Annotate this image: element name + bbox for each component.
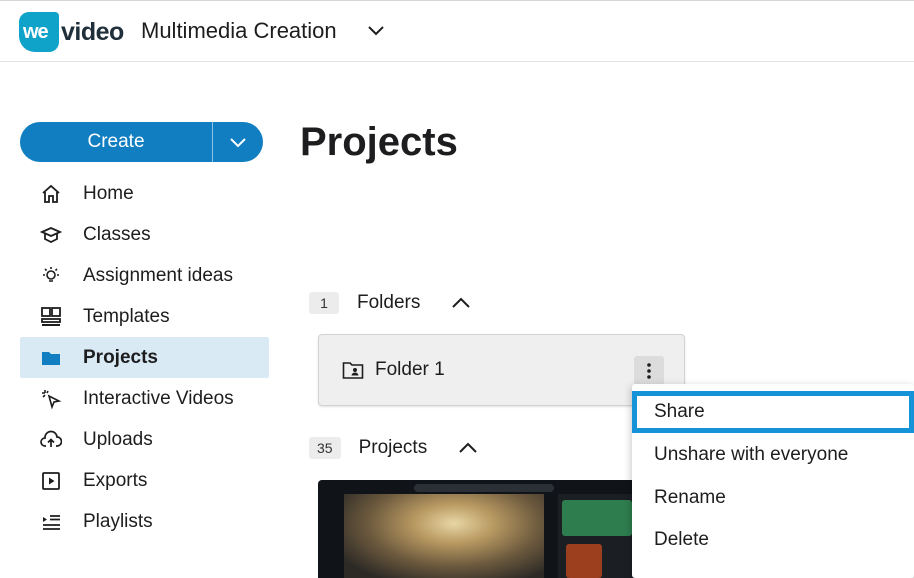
sidebar-item-assignment-ideas[interactable]: Assignment ideas: [20, 255, 269, 296]
folders-section-label: Folders: [357, 292, 421, 313]
create-button-group: Create: [20, 122, 263, 162]
menu-item-delete[interactable]: Delete: [632, 519, 914, 561]
menu-item-label: Unshare with everyone: [654, 444, 849, 465]
classes-icon: [40, 224, 62, 246]
menu-item-unshare[interactable]: Unshare with everyone: [632, 434, 914, 476]
thumbnail-image: [344, 494, 544, 578]
sidebar-item-interactive-videos[interactable]: Interactive Videos: [20, 378, 269, 419]
cursor-click-icon: [40, 388, 62, 410]
wevideo-logo[interactable]: we video: [19, 11, 124, 53]
menu-item-label: Share: [654, 401, 705, 422]
menu-item-label: Rename: [654, 487, 726, 508]
thumbnail-searchbar: [414, 484, 554, 492]
logo-badge: we: [19, 12, 59, 52]
playlist-icon: [40, 511, 62, 533]
sidebar-item-classes[interactable]: Classes: [20, 214, 269, 255]
sidebar-item-label: Projects: [83, 346, 158, 368]
sidebar-item-label: Playlists: [83, 510, 153, 532]
thumbnail-ad-card: [562, 500, 632, 536]
create-dropdown-button[interactable]: [213, 122, 263, 162]
projects-count-badge: 35: [309, 437, 341, 459]
folder-context-menu: Share Unshare with everyone Rename Delet…: [632, 384, 914, 578]
play-box-icon: [40, 470, 62, 492]
folder-card[interactable]: Folder 1: [318, 334, 685, 406]
sidebar-item-exports[interactable]: Exports: [20, 460, 269, 501]
sidebar-item-uploads[interactable]: Uploads: [20, 419, 269, 460]
more-options-button[interactable]: [634, 356, 664, 386]
folder-shared-icon: [342, 362, 364, 379]
workspace-name[interactable]: Multimedia Creation: [141, 18, 337, 44]
top-bar: we video Multimedia Creation: [0, 0, 914, 62]
sidebar-item-label: Assignment ideas: [83, 264, 233, 286]
thumbnail-food-image: [566, 544, 602, 578]
sidebar-item-playlists[interactable]: Playlists: [20, 501, 269, 542]
sidebar-item-label: Uploads: [83, 428, 153, 450]
chevron-up-icon[interactable]: [450, 295, 472, 311]
sidebar-item-projects[interactable]: Projects: [20, 337, 269, 378]
chevron-up-icon[interactable]: [457, 440, 479, 456]
projects-section-header: 35 Projects: [309, 437, 479, 459]
project-thumbnail[interactable]: [318, 480, 659, 578]
logo-text: video: [61, 17, 124, 46]
sidebar-item-templates[interactable]: Templates: [20, 296, 269, 337]
sidebar-item-label: Exports: [83, 469, 148, 491]
chevron-down-icon: [230, 138, 246, 148]
projects-section-label: Projects: [358, 437, 428, 458]
menu-item-share[interactable]: Share: [632, 391, 914, 433]
kebab-menu-icon: [647, 363, 651, 379]
create-button[interactable]: Create: [20, 122, 213, 162]
folder-icon: [40, 347, 62, 369]
page-title: Projects: [300, 120, 458, 164]
cloud-upload-icon: [40, 429, 62, 451]
templates-icon: [40, 306, 62, 328]
home-icon: [40, 183, 62, 205]
folder-name: Folder 1: [375, 359, 445, 380]
sidebar-item-label: Interactive Videos: [83, 387, 234, 409]
sidebar-item-home[interactable]: Home: [20, 173, 269, 214]
folders-section-header: 1 Folders: [309, 292, 472, 314]
lightbulb-icon: [40, 265, 62, 287]
sidebar-item-label: Classes: [83, 223, 151, 245]
sidebar-nav: Home Classes Assignment ideas Templates …: [20, 173, 269, 542]
chevron-down-icon[interactable]: [366, 23, 386, 39]
menu-item-rename[interactable]: Rename: [632, 477, 914, 519]
menu-item-label: Delete: [654, 529, 709, 550]
sidebar-item-label: Templates: [83, 305, 170, 327]
folders-count-badge: 1: [309, 292, 339, 314]
sidebar-item-label: Home: [83, 182, 134, 204]
